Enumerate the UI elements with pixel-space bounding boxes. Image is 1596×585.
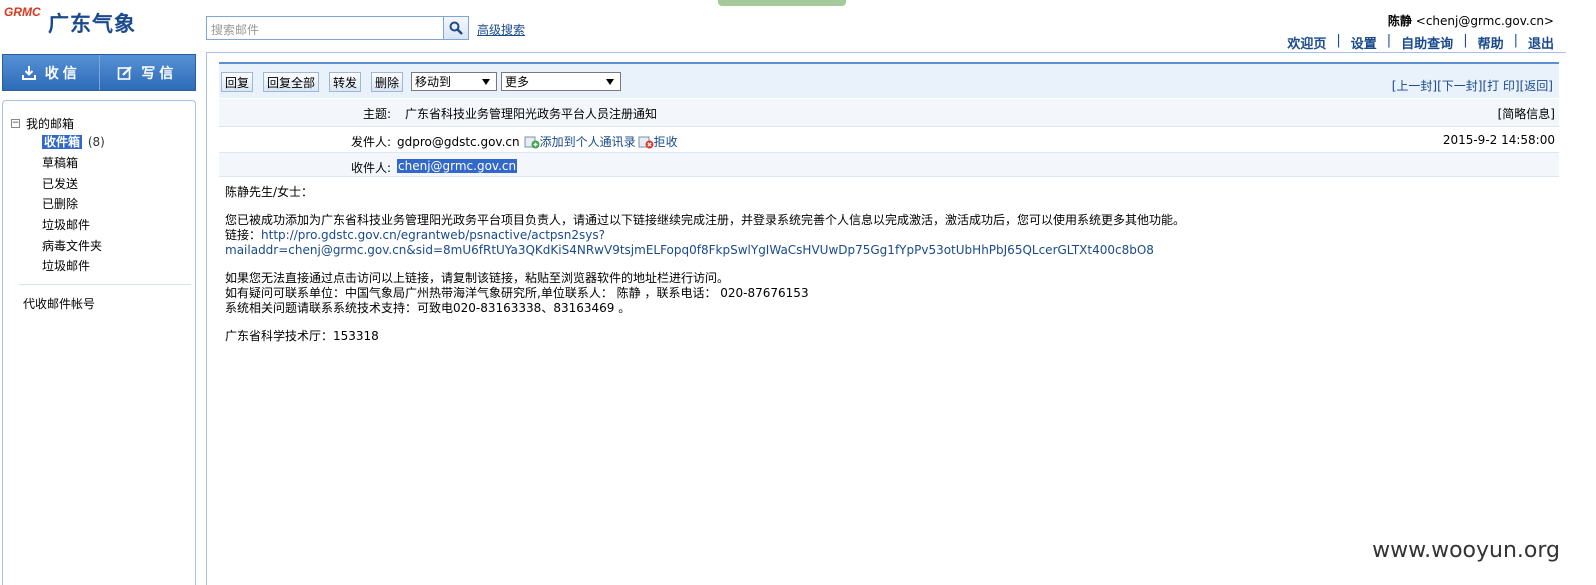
collapse-icon[interactable]: − [11,119,20,128]
user-email: <chenj@grmc.gov.cn> [1415,14,1554,28]
body-text-line: 系统相关问题请联系系统技术支持：可致电020-83163338、83163469… [225,301,631,315]
prev-message-link[interactable]: [上一封] [1392,79,1437,93]
signature: 广东省科学技术厅：153318 [225,329,379,343]
folder-panel: − 我的邮箱 收件箱 (8) 草稿箱 已发送 已删除 垃圾邮件 病毒文件夹 垃圾… [2,100,196,585]
sent-date: 2015-9-2 14:58:00 [1442,133,1555,147]
reply-all-button[interactable]: 回复全部 [263,72,319,92]
compose-button[interactable]: 写信 [100,55,196,90]
user-info: 陈静 <chenj@grmc.gov.cn> [1388,12,1554,29]
advanced-search-link[interactable]: 高级搜索 [477,21,525,38]
folder-deleted[interactable]: 已删除 [42,195,78,212]
help-link[interactable]: 帮助 [1478,33,1504,52]
subject-row: 主题: 广东省科技业务管理阳光政务平台人员注册通知 [简略信息] [219,99,1559,127]
body-paragraph-2: 如果您无法直接通过点击访问以上链接，请复制该链接，粘贴至浏览器软件的地址栏进行访… [225,271,1525,316]
folder-virus[interactable]: 病毒文件夹 [42,237,102,254]
move-to-select[interactable]: 移动到 [411,72,497,91]
more-select[interactable]: 更多 [501,72,621,91]
folder-label: 收件箱 [42,135,83,149]
link-line: 链接：http://pro.gdstc.gov.cn/egrantweb/psn… [225,228,1525,258]
welcome-link[interactable]: 欢迎页 [1287,33,1326,52]
receive-label: 收信 [44,65,81,82]
logo-grmc: GRMC [4,5,41,19]
separator: | [1463,33,1468,48]
mailbox-root[interactable]: − 我的邮箱 [11,115,74,132]
body-text-line: 如果您无法直接通过点击访问以上链接，请复制该链接，粘贴至浏览器软件的地址栏进行访… [225,271,730,285]
self-query-link[interactable]: 自助查询 [1401,33,1453,52]
more-value: 更多 [505,75,530,89]
message-toolbar: 回复 回复全部 转发 删除 移动到 更多 [上一封][下一封][打 印][返回] [219,62,1559,98]
search-input[interactable]: 搜索邮件 [206,16,444,40]
to-label: 收件人: [350,161,391,175]
move-to-value: 移动到 [415,75,452,89]
compose-label: 写信 [141,65,178,82]
dropdown-arrow-icon [482,79,490,85]
body-text-line: 如有疑问可联系单位：中国气象局广州热带海洋气象研究所,单位联系人： 陈静 ，联系… [225,286,809,300]
logo-title: 广东气象 [48,12,136,36]
mailbox-root-label: 我的邮箱 [26,117,75,131]
reject-icon [638,136,654,148]
watermark: www.wooyun.org [1372,538,1560,563]
reject-link[interactable]: 拒收 [654,133,678,150]
logout-link[interactable]: 退出 [1528,33,1554,52]
folder-junk[interactable]: 垃圾邮件 [42,216,90,233]
separator: | [1513,33,1518,48]
to-value: chenj@grmc.gov.cn [397,159,518,173]
forward-button[interactable]: 转发 [329,72,361,92]
reply-button[interactable]: 回复 [221,72,253,92]
subject-label: 主题: [362,107,391,121]
divider [19,284,191,285]
from-value: gdpro@gdstc.gov.cn 添加到个人通讯录 拒收 [397,133,678,150]
message-nav: [上一封][下一封][打 印][返回] [1392,77,1553,94]
folder-drafts[interactable]: 草稿箱 [42,154,78,171]
user-name: 陈静 [1387,14,1412,28]
edit-icon [117,65,133,80]
mail-action-bar: 收信 写信 [2,54,196,91]
top-tab[interactable] [718,0,846,6]
search-icon [449,21,463,35]
activation-link[interactable]: http://pro.gdstc.gov.cn/egrantweb/psnact… [225,228,1154,257]
folder-sent[interactable]: 已发送 [42,175,78,192]
collect-accounts-link[interactable]: 代收邮件帐号 [23,295,95,312]
back-link[interactable]: [返回] [1520,79,1553,93]
to-row: 收件人: chenj@grmc.gov.cn [219,153,1559,177]
add-contact-icon [524,136,540,148]
body-paragraph-1: 您已被成功添加为广东省科技业务管理阳光政务平台项目负责人，请通过以下链接继续完成… [225,213,1525,258]
settings-link[interactable]: 设置 [1351,33,1377,52]
search-button[interactable] [443,16,469,40]
recipient-address[interactable]: chenj@grmc.gov.cn [397,159,518,173]
unread-count: (8) [87,135,105,149]
message-view: 回复 回复全部 转发 删除 移动到 更多 [上一封][下一封][打 印][返回]… [206,52,1566,585]
dropdown-arrow-icon [606,79,614,85]
download-icon [21,65,36,80]
sender-address: gdpro@gdstc.gov.cn [397,134,520,149]
link-label: 链接： [225,228,262,242]
next-message-link[interactable]: [下一封] [1437,79,1482,93]
delete-button[interactable]: 删除 [371,72,403,92]
folder-spam[interactable]: 垃圾邮件 [42,257,90,274]
top-links: 欢迎页 | 设置 | 自助查询 | 帮助 | 退出 [1287,33,1554,52]
body-text-line: 您已被成功添加为广东省科技业务管理阳光政务平台项目负责人，请通过以下链接继续完成… [225,213,1186,227]
message-body: 陈静先生/女士： 您已被成功添加为广东省科技业务管理阳光政务平台项目负责人，请通… [225,185,1525,357]
from-row: 发件人: gdpro@gdstc.gov.cn 添加到个人通讯录 拒收 2015… [219,127,1559,153]
add-contact-link[interactable]: 添加到个人通讯录 [540,133,636,150]
greeting: 陈静先生/女士： [225,185,314,199]
folder-inbox[interactable]: 收件箱 (8) [42,133,105,150]
subject-text: 广东省科技业务管理阳光政务平台人员注册通知 [405,107,658,121]
logo: GRMC 广东气象 [4,4,154,44]
separator: | [1386,33,1392,48]
receive-button[interactable]: 收信 [3,55,100,90]
separator: | [1336,33,1341,48]
from-label: 发件人: [350,135,391,149]
print-link[interactable]: [打 印] [1482,79,1519,93]
brief-info-link[interactable]: [简略信息] [1498,105,1555,122]
